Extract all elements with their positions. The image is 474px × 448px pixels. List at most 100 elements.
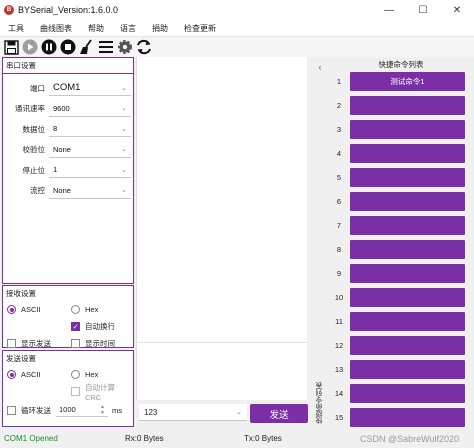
send-input[interactable]: 123 ⌄	[139, 404, 247, 421]
baud-row: 通讯速率 9600 ⌄	[3, 99, 133, 120]
quick-row-number: 7	[336, 221, 342, 230]
quick-row-number: 15	[334, 413, 344, 422]
auto-crc-checkbox[interactable]: 自动计算CRC	[67, 382, 131, 402]
receive-text-area[interactable]	[136, 57, 307, 400]
port-select[interactable]: COM1 ⌄	[49, 80, 131, 97]
quick-command-button[interactable]	[350, 96, 465, 115]
menu-chart[interactable]: 曲线图表	[32, 23, 80, 34]
quick-command-button[interactable]	[350, 336, 465, 355]
rx-counter: Rx:0 Bytes	[125, 434, 164, 443]
quick-command-button[interactable]	[350, 312, 465, 331]
quick-command-button[interactable]	[350, 240, 465, 259]
parity-select[interactable]: None ⌄	[49, 141, 131, 158]
radio-checked-icon	[7, 305, 16, 314]
maximize-button[interactable]: ☐	[406, 0, 440, 20]
quick-command-button[interactable]	[350, 192, 465, 211]
send-ascii-label: ASCII	[21, 370, 41, 379]
quick-command-button[interactable]: 测试命令1	[350, 72, 465, 91]
menu-help[interactable]: 帮助	[80, 23, 112, 34]
receive-settings-group: 接收设置 ASCII Hex ✓ 自动换行 显示发送 显示时间	[2, 285, 134, 348]
quick-row: 5	[328, 168, 474, 187]
clean-icon[interactable]	[79, 39, 95, 55]
send-button[interactable]: 发送	[250, 404, 308, 423]
receive-ascii-radio[interactable]: ASCII	[3, 305, 67, 314]
data-bits-row: 数据位 8 ⌄	[3, 119, 133, 140]
quick-row: 3	[328, 120, 474, 139]
checkbox-unchecked-icon	[71, 339, 80, 348]
quick-command-button[interactable]	[350, 288, 465, 307]
flow-select[interactable]: None ⌄	[49, 182, 131, 199]
send-ascii-radio[interactable]: ASCII	[3, 370, 67, 379]
quick-row: 6	[328, 192, 474, 211]
stop-bits-row: 停止位 1 ⌄	[3, 160, 133, 181]
list-icon[interactable]	[98, 39, 114, 55]
menu-language[interactable]: 语言	[112, 23, 144, 34]
loop-interval-spinbox[interactable]: 1000 ▲ ▼	[56, 403, 108, 417]
spin-down-icon[interactable]: ▼	[100, 410, 105, 416]
send-hex-radio[interactable]: Hex	[67, 370, 131, 379]
chevron-down-icon: ⌄	[121, 187, 127, 195]
quick-row: 8	[328, 240, 474, 259]
baud-select[interactable]: 9600 ⌄	[49, 100, 131, 117]
play-icon[interactable]	[22, 39, 38, 55]
parity-label: 校验位	[22, 145, 46, 155]
loop-send-checkbox[interactable]: 循环发送	[3, 405, 51, 416]
quick-panel-toggle[interactable]: ‹ 快捷命令列表	[313, 57, 327, 429]
quick-row-number: 1	[336, 77, 342, 86]
auto-newline-checkbox[interactable]: ✓ 自动换行	[67, 321, 131, 332]
quick-row-number: 12	[334, 341, 344, 350]
quick-row: 11	[328, 312, 474, 331]
quick-row: 9	[328, 264, 474, 283]
chevron-down-icon: ⌄	[121, 146, 127, 154]
app-logo-icon: B	[4, 5, 14, 15]
baud-label: 通讯速率	[15, 104, 45, 114]
quick-row-number: 5	[336, 173, 342, 182]
toolbar	[0, 37, 474, 57]
port-row: 端口 COM1 ⌄	[3, 78, 133, 99]
loop-interval-unit: ms	[112, 405, 122, 415]
port-label: 端口	[30, 83, 45, 93]
show-send-checkbox[interactable]: 显示发送	[3, 338, 67, 349]
send-settings-title: 发送设置	[6, 354, 36, 363]
chevron-left-icon[interactable]: ‹	[313, 62, 327, 72]
menu-donate[interactable]: 捐助	[144, 23, 176, 34]
chevron-down-icon: ⌄	[121, 125, 127, 133]
data-bits-select[interactable]: 8 ⌄	[49, 121, 131, 138]
quick-command-button[interactable]	[350, 120, 465, 139]
quick-row: 7	[328, 216, 474, 235]
quick-row-number: 8	[336, 245, 342, 254]
menu-tools[interactable]: 工具	[0, 23, 32, 34]
close-button[interactable]: ✕	[440, 0, 474, 20]
quick-row-number: 13	[334, 365, 344, 374]
chevron-down-icon[interactable]: ⌄	[236, 408, 242, 416]
save-icon[interactable]	[3, 39, 19, 55]
quick-command-button[interactable]	[350, 168, 465, 187]
quick-command-button[interactable]	[350, 216, 465, 235]
quick-command-button[interactable]	[350, 408, 465, 427]
stop-bits-select[interactable]: 1 ⌄	[49, 162, 131, 179]
quick-command-button[interactable]	[350, 264, 465, 283]
status-bar: COM1 Opened Rx:0 Bytes Tx:0 Bytes CSDN @…	[0, 429, 474, 448]
auto-newline-label: 自动换行	[85, 322, 115, 331]
stop-icon[interactable]	[60, 39, 76, 55]
loop-interval-value: 1000	[59, 405, 76, 414]
minimize-button[interactable]: —	[372, 0, 406, 20]
quick-row-number: 10	[334, 293, 344, 302]
checkbox-unchecked-icon	[7, 339, 16, 348]
quick-command-button[interactable]	[350, 360, 465, 379]
quick-command-button[interactable]	[350, 384, 465, 403]
radio-checked-icon	[7, 370, 16, 379]
checkbox-unchecked-icon	[7, 405, 16, 415]
menu-check-update[interactable]: 检查更新	[176, 23, 224, 34]
quick-command-button[interactable]	[350, 144, 465, 163]
pause-icon[interactable]	[41, 39, 57, 55]
menu-bar: 工具 曲线图表 帮助 语言 捐助 检查更新	[0, 20, 474, 37]
refresh-icon[interactable]	[136, 39, 152, 55]
receive-hex-radio[interactable]: Hex	[67, 305, 131, 314]
flow-row: 流控 None ⌄	[3, 181, 133, 202]
data-bits-label: 数据位	[22, 124, 46, 134]
gear-icon[interactable]	[117, 39, 133, 55]
quick-row-number: 6	[336, 197, 342, 206]
stop-bits-value: 1	[53, 165, 58, 175]
show-time-checkbox[interactable]: 显示时间	[67, 338, 131, 349]
